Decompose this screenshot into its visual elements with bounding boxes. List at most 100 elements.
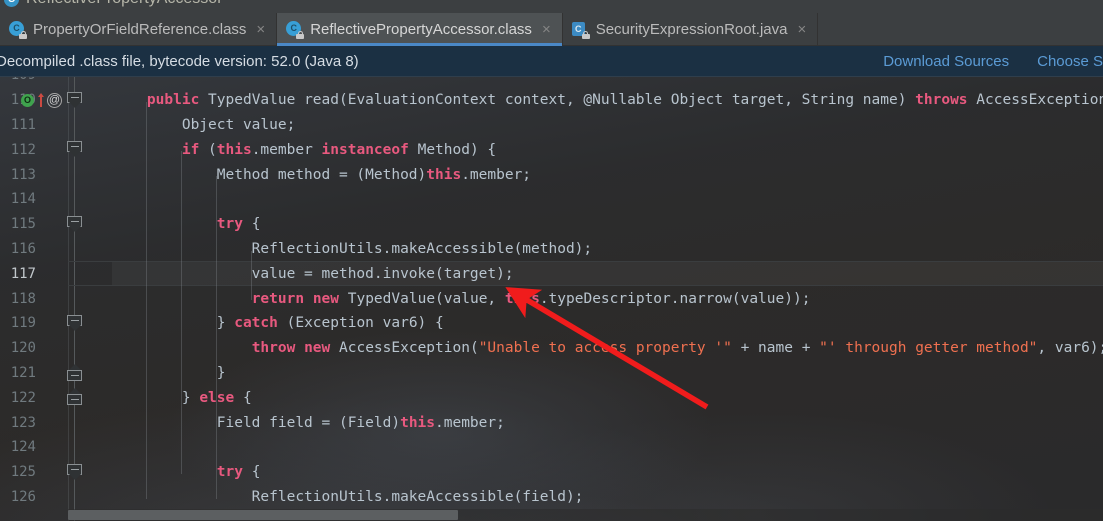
- code-token: .member;: [435, 414, 505, 431]
- code-line[interactable]: if (this .member instanceof Method) {: [112, 137, 1103, 162]
- code-line[interactable]: try {: [112, 212, 1103, 237]
- code-token: + name +: [731, 340, 820, 357]
- code-folding-marker[interactable]: [67, 91, 82, 109]
- code-line[interactable]: Object value;: [112, 113, 1103, 138]
- code-line[interactable]: [112, 435, 1103, 460]
- gutter-row[interactable]: 109: [0, 77, 112, 88]
- tab-close-icon[interactable]: ×: [256, 22, 265, 37]
- code-line[interactable]: try {: [112, 460, 1103, 485]
- tab-close-icon[interactable]: ×: [797, 22, 806, 37]
- editor-gutter[interactable]: 109110O@11111211311411511611711811912012…: [0, 77, 112, 521]
- gutter-row[interactable]: 115: [0, 212, 112, 237]
- line-number: 112: [10, 141, 36, 158]
- override-method-icon[interactable]: O: [21, 93, 34, 107]
- code-folding-marker[interactable]: [67, 215, 82, 233]
- line-number: 124: [10, 439, 36, 456]
- line-number: 114: [10, 191, 36, 208]
- tab-close-icon[interactable]: ×: [542, 22, 551, 37]
- gutter-row[interactable]: 121: [0, 361, 112, 386]
- code-line[interactable]: return new TypedValue(value, this .typeDe…: [112, 286, 1103, 311]
- lock-icon: [296, 30, 305, 39]
- tab-security-expression-root[interactable]: C SecurityExpressionRoot.java ×: [563, 13, 819, 45]
- code-line[interactable]: [112, 187, 1103, 212]
- gutter-row[interactable]: 126: [0, 485, 112, 510]
- code-token: public: [146, 92, 200, 109]
- notification-message: Decompiled .class file, bytecode version…: [0, 52, 359, 70]
- gutter-row[interactable]: 114: [0, 187, 112, 212]
- gutter-row[interactable]: 111: [0, 113, 112, 138]
- indent-guide: [180, 151, 182, 474]
- horizontal-scrollbar[interactable]: [68, 509, 1103, 521]
- code-token: value = method.invoke(target);: [112, 265, 514, 282]
- line-number: 122: [10, 389, 36, 406]
- code-line[interactable]: Field field = (Field) this .member;: [112, 410, 1103, 435]
- code-line[interactable]: ReflectionUtils.makeAccessible(method);: [112, 237, 1103, 262]
- code-line[interactable]: value = method.invoke(target);: [112, 261, 1103, 287]
- gutter-row[interactable]: 116: [0, 237, 112, 262]
- line-number: 121: [10, 364, 36, 381]
- code-line[interactable]: Method method = (Method) this .member;: [112, 162, 1103, 187]
- gutter-row[interactable]: 117: [0, 261, 112, 286]
- code-token: instanceof: [321, 141, 409, 158]
- code-token: ReflectionUtils.makeAccessible(field);: [112, 488, 584, 505]
- code-token: }: [112, 389, 200, 406]
- code-token: return: [251, 290, 305, 307]
- gutter-row[interactable]: 113: [0, 162, 112, 187]
- choose-sources-link[interactable]: Choose S: [1037, 53, 1103, 70]
- gutter-row[interactable]: 125: [0, 460, 112, 485]
- gutter-row[interactable]: 118: [0, 286, 112, 311]
- editor-tab-bar: C PropertyOrFieldReference.class × C Ref…: [0, 13, 1103, 46]
- gutter-row[interactable]: 122: [0, 385, 112, 410]
- code-folding-marker[interactable]: [67, 463, 82, 481]
- code-line[interactable]: public TypedValue read(EvaluationContext…: [112, 88, 1103, 113]
- code-line[interactable]: }: [112, 361, 1103, 386]
- code-token: this: [504, 290, 540, 307]
- line-number: 116: [10, 240, 36, 257]
- code-token: {: [242, 216, 261, 233]
- code-line[interactable]: [112, 77, 1103, 88]
- code-line[interactable]: throw new AccessException("Unable to acc…: [112, 336, 1103, 361]
- arrow-up-icon[interactable]: [37, 93, 44, 108]
- code-token: new: [312, 290, 340, 307]
- code-editor[interactable]: 109110O@11111211311411511611711811912012…: [0, 77, 1103, 521]
- code-folding-marker[interactable]: [67, 387, 82, 406]
- code-token: "Unable to access property '": [478, 340, 732, 357]
- code-token: (Exception var6) {: [277, 315, 444, 332]
- code-line[interactable]: } catch (Exception var6) {: [112, 311, 1103, 336]
- line-number: 119: [10, 315, 36, 332]
- code-token: TypedValue(value,: [339, 290, 505, 307]
- gutter-row[interactable]: 112: [0, 137, 112, 162]
- gutter-row[interactable]: 123: [0, 410, 112, 435]
- annotation-at-icon[interactable]: @: [47, 92, 62, 108]
- java-file-locked-icon: C: [571, 21, 590, 39]
- class-file-locked-icon: C: [9, 20, 27, 39]
- tab-reflective-property-accessor[interactable]: C ReflectivePropertyAccessor.class ×: [277, 13, 563, 46]
- code-token: this: [400, 414, 436, 431]
- code-line[interactable]: ReflectionUtils.makeAccessible(field);: [112, 485, 1103, 510]
- code-token: {: [234, 389, 252, 406]
- download-sources-link[interactable]: Download Sources: [883, 53, 1009, 70]
- code-folding-marker[interactable]: [67, 362, 82, 381]
- code-line[interactable]: } else {: [112, 385, 1103, 410]
- horizontal-scrollbar-thumb[interactable]: [68, 510, 458, 520]
- code-folding-marker[interactable]: [67, 315, 82, 332]
- gutter-row[interactable]: 119: [0, 311, 112, 336]
- gutter-row[interactable]: 124: [0, 435, 112, 460]
- tab-property-or-field-reference[interactable]: C PropertyOrFieldReference.class ×: [0, 13, 278, 45]
- code-folding-marker[interactable]: [67, 141, 82, 159]
- gutter-row[interactable]: 110O@: [0, 88, 112, 113]
- code-token: if: [181, 141, 200, 158]
- decompiled-notification-bar: Decompiled .class file, bytecode version…: [0, 46, 1103, 77]
- code-content[interactable]: public TypedValue read(EvaluationContext…: [68, 77, 1103, 521]
- breadcrumb: C ReflectivePropertyAccessor: [0, 0, 1103, 13]
- code-token: throw: [251, 340, 296, 357]
- line-number: 123: [10, 414, 36, 431]
- gutter-row[interactable]: 120: [0, 336, 112, 361]
- code-token: this: [216, 141, 252, 158]
- code-token: }: [112, 364, 226, 381]
- code-token: new: [304, 340, 331, 357]
